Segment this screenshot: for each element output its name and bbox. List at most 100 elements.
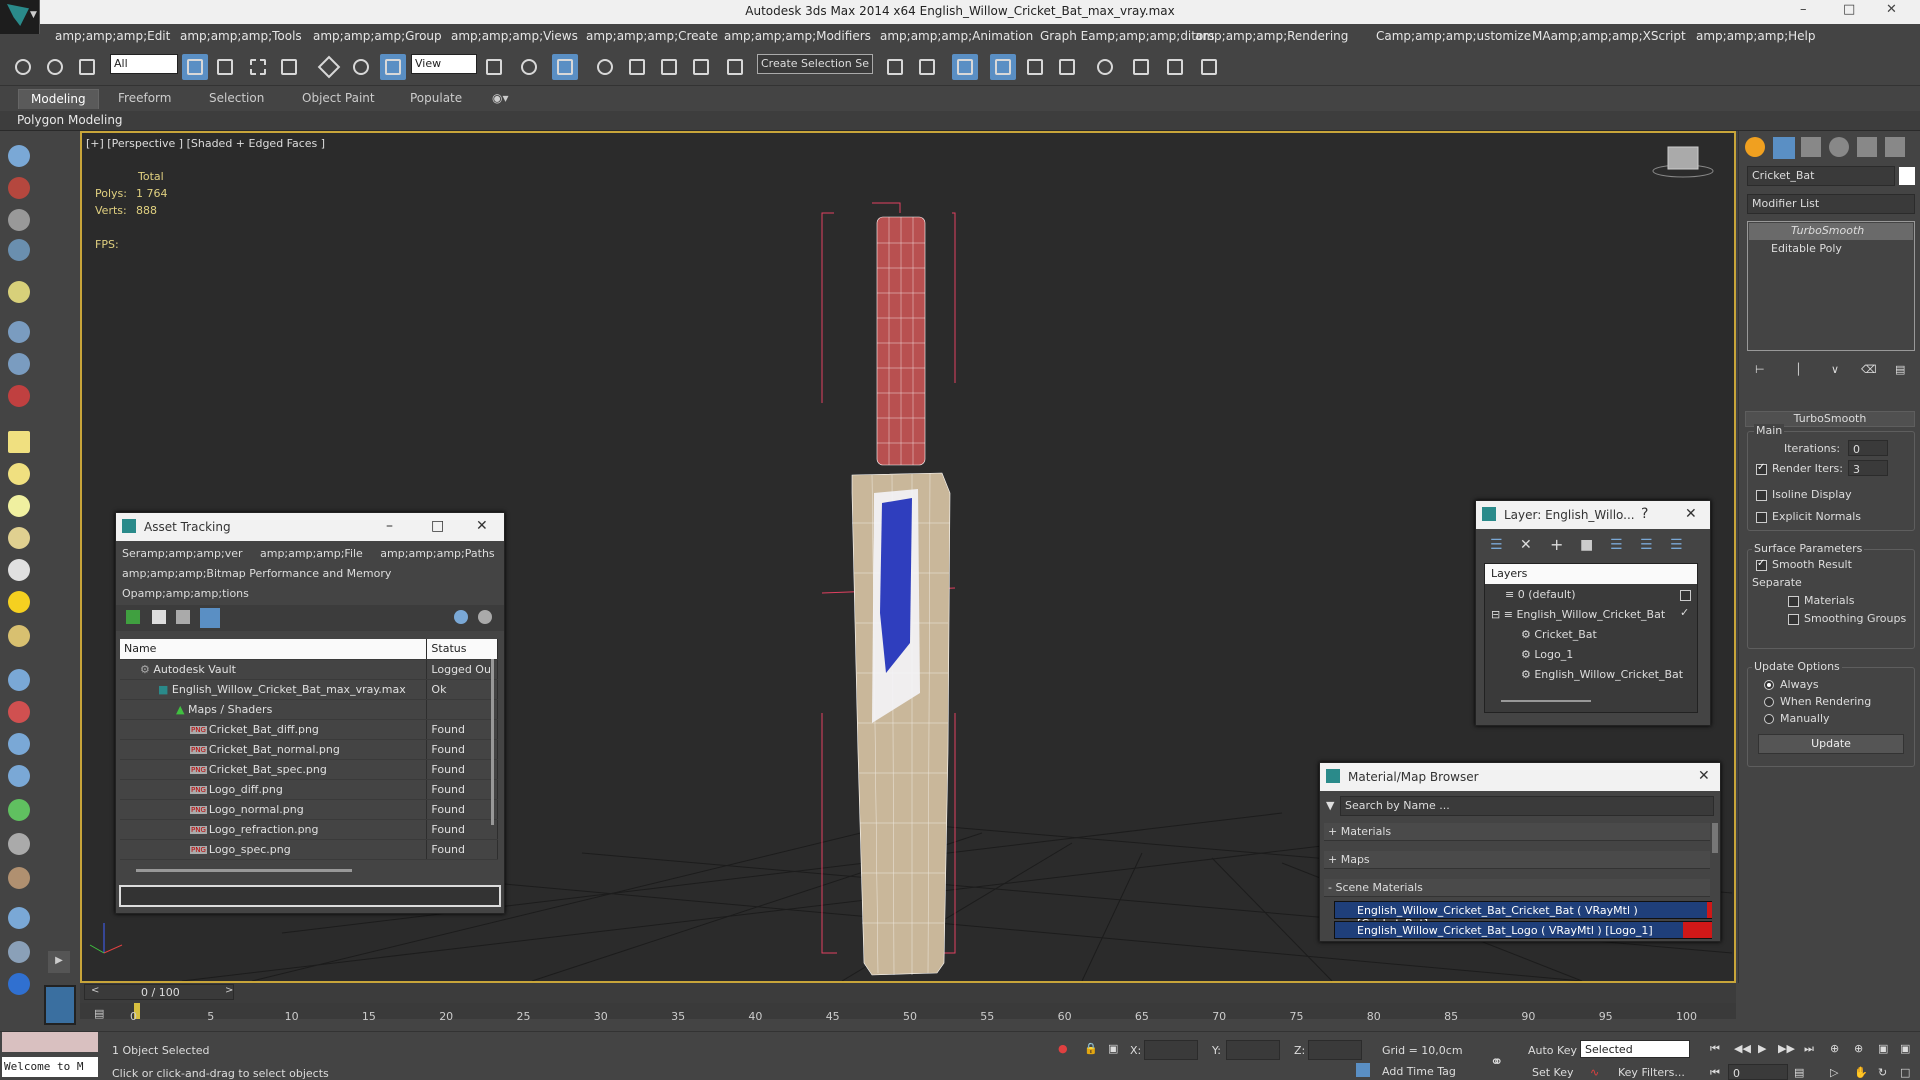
table-view-icon[interactable]	[200, 608, 220, 628]
prev-frame-icon[interactable]: <	[91, 985, 99, 996]
grid-icon[interactable]	[8, 239, 30, 261]
edit-named-selection-icon[interactable]	[722, 54, 748, 80]
iterations-spinner[interactable]: 0	[1848, 440, 1888, 456]
minimize-button[interactable]: –	[1800, 2, 1807, 17]
asset-path-field[interactable]	[119, 885, 501, 907]
stack-item-turbosmooth[interactable]: TurboSmooth	[1749, 223, 1913, 240]
key-filters-button[interactable]: Key Filters...	[1618, 1066, 1685, 1079]
zoom-icon[interactable]: ⊕	[1830, 1042, 1839, 1055]
motion-tab-icon[interactable]	[1829, 137, 1849, 157]
menu-maxscript[interactable]: MAamp;amp;amp;XScript	[1532, 29, 1686, 43]
add-to-layer-icon[interactable]: +	[1550, 535, 1563, 554]
browser-options-icon[interactable]: ▼	[1326, 799, 1334, 812]
key-mode-dropdown[interactable]: Selected	[1580, 1040, 1690, 1058]
zoom-extents-all-icon[interactable]: ▣	[1900, 1042, 1910, 1055]
menu-rendering[interactable]: amp;amp;amp;Rendering	[1195, 29, 1348, 43]
layer-item-english-willow-object[interactable]: ⚙ English_Willow_Cricket_Bat	[1521, 668, 1683, 681]
table-row[interactable]: PNG Logo_normal.png Found	[120, 799, 498, 820]
material-search-input[interactable]: Search by Name ...	[1340, 796, 1714, 816]
help-icon[interactable]	[454, 610, 468, 624]
smooth-result-checkbox[interactable]	[1756, 558, 1767, 571]
material-browser-titlebar[interactable]: Material/Map Browser ✕	[1320, 763, 1720, 791]
prev-key-icon[interactable]: ◀◀	[1734, 1042, 1751, 1055]
graphite-toggle-icon[interactable]	[990, 54, 1016, 80]
tab-freeform[interactable]: Freeform	[106, 89, 183, 109]
isolate-selection-icon[interactable]: ●	[1058, 1042, 1068, 1055]
table-row[interactable]: PNG Cricket_Bat_spec.png Found	[120, 759, 498, 780]
configure-modifier-sets-icon[interactable]: ▤	[1895, 363, 1905, 376]
play-icon[interactable]: ▶	[1758, 1042, 1766, 1055]
layer-scrollbar[interactable]	[1501, 700, 1591, 702]
asset-tracking-titlebar[interactable]: Asset Tracking – □ ✕	[116, 513, 504, 541]
goto-start-icon[interactable]: ⏮	[1710, 1042, 1720, 1056]
particle-icon[interactable]	[8, 669, 30, 691]
tab-object-paint[interactable]: Object Paint	[290, 89, 387, 109]
current-frame-field[interactable]: 0	[1728, 1064, 1788, 1080]
foliage-icon[interactable]	[8, 799, 30, 821]
list-view-icon[interactable]	[152, 610, 166, 624]
vertical-scrollbar[interactable]	[491, 659, 494, 825]
polygon-modeling-panel-label[interactable]: Polygon Modeling	[17, 113, 123, 127]
display-icon[interactable]	[8, 941, 30, 963]
close-icon[interactable]: ✕	[1685, 506, 1697, 522]
status-column-header[interactable]: Status	[426, 639, 498, 660]
dynamics-icon[interactable]	[8, 765, 30, 787]
application-button[interactable]: ▼	[0, 0, 40, 34]
zoom-all-icon[interactable]: ⊕	[1854, 1042, 1863, 1055]
browser-scrollbar[interactable]	[1712, 823, 1718, 853]
light-icon[interactable]	[8, 353, 30, 375]
about-icon[interactable]	[478, 610, 492, 624]
table-row[interactable]: ■ English_Willow_Cricket_Bat_max_vray.ma…	[120, 679, 498, 700]
current-layer-box[interactable]	[1680, 590, 1691, 601]
render-setup-icon[interactable]	[1128, 54, 1154, 80]
menu-help[interactable]: amp;amp;amp;Help	[1696, 29, 1815, 43]
show-end-result-icon[interactable]: │	[1795, 363, 1802, 376]
plane-icon[interactable]	[8, 431, 30, 453]
ribbon-options-icon[interactable]: ◉▾	[480, 89, 521, 109]
globe-icon[interactable]	[8, 907, 30, 929]
bind-space-warp-icon[interactable]	[74, 54, 100, 80]
material-item-logo[interactable]: English_Willow_Cricket_Bat_Logo ( VRayMt…	[1334, 921, 1712, 939]
teapot-icon[interactable]	[8, 145, 30, 167]
utilities-tab-icon[interactable]	[1885, 137, 1905, 157]
table-row[interactable]: ▲ Maps / Shaders	[120, 699, 498, 720]
rendered-frame-window-icon[interactable]	[1162, 54, 1188, 80]
menu-tools[interactable]: amp;amp;amp;Tools	[180, 29, 302, 43]
geosphere-icon[interactable]	[8, 527, 30, 549]
x-coordinate-field[interactable]	[1144, 1040, 1198, 1060]
window-crossing-icon[interactable]	[276, 54, 302, 80]
scene-materials-section[interactable]: - Scene Materials	[1324, 879, 1710, 897]
close-button[interactable]: ✕	[1886, 2, 1897, 17]
menu-edit[interactable]: amp;amp;amp;Edit	[55, 29, 170, 43]
render-production-icon[interactable]	[1196, 54, 1222, 80]
cloth-icon[interactable]	[8, 867, 30, 889]
sun-icon[interactable]	[8, 591, 30, 613]
maps-section[interactable]: + Maps	[1324, 851, 1710, 869]
key-icon[interactable]: ⚭	[1490, 1052, 1503, 1071]
snaps-toggle-icon[interactable]	[592, 54, 618, 80]
name-column-header[interactable]: Name	[120, 639, 428, 660]
object-name-field[interactable]: Cricket_Bat	[1747, 166, 1895, 186]
curve-editor-icon[interactable]	[1022, 54, 1048, 80]
y-coordinate-field[interactable]	[1226, 1040, 1280, 1060]
materials-checkbox[interactable]	[1788, 596, 1799, 607]
table-row[interactable]: PNG Logo_refraction.png Found	[120, 819, 498, 840]
help-button[interactable]: ?	[1641, 506, 1648, 522]
goto-end-icon[interactable]: ⏭	[1804, 1042, 1814, 1056]
stack-item-editable-poly[interactable]: Editable Poly	[1749, 241, 1913, 258]
absolute-mode-icon[interactable]: ▣	[1108, 1042, 1118, 1055]
maxscript-listener-pink[interactable]	[2, 1032, 98, 1052]
layer-item-logo[interactable]: ⚙ Logo_1	[1521, 648, 1573, 661]
selection-filter-dropdown[interactable]: All	[110, 54, 178, 74]
select-objects-icon[interactable]: ■	[1580, 537, 1593, 553]
explicit-normals-checkbox[interactable]	[1756, 512, 1767, 523]
key-mode-toggle-icon[interactable]: ⏮	[1710, 1066, 1720, 1080]
asset-menu-line2[interactable]: amp;amp;amp;Bitmap Performance and Memor…	[122, 567, 391, 580]
maximize-button[interactable]: □	[1843, 2, 1855, 17]
when-rendering-radio[interactable]	[1764, 697, 1774, 707]
menu-views[interactable]: amp;amp;amp;Views	[451, 29, 578, 43]
z-coordinate-field[interactable]	[1308, 1040, 1362, 1060]
refresh-icon[interactable]	[126, 610, 140, 624]
object-color-swatch[interactable]	[1899, 167, 1915, 185]
move-icon[interactable]	[316, 54, 342, 80]
